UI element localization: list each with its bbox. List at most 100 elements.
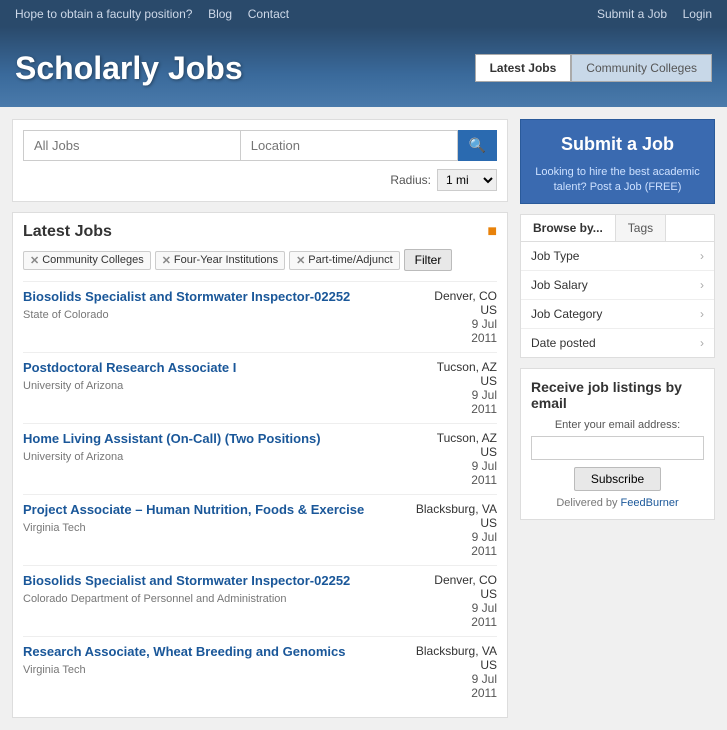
search-jobs-input[interactable]	[23, 130, 240, 161]
remove-filter-four-year[interactable]: ✕	[162, 254, 171, 267]
chevron-right-icon: ›	[700, 307, 704, 321]
table-row: Project Associate – Human Nutrition, Foo…	[23, 494, 497, 565]
search-bar: 🔍 Radius: 1 mi 5 mi 10 mi 25 mi 50 mi	[12, 119, 508, 202]
filter-four-year[interactable]: ✕ Four-Year Institutions	[155, 251, 285, 270]
job-country-0: US	[417, 303, 497, 317]
job-country-1: US	[417, 374, 497, 388]
job-org-0: State of Colorado	[23, 309, 109, 321]
browse-job-type[interactable]: Job Type ›	[521, 242, 714, 271]
search-location-input[interactable]	[240, 130, 458, 161]
chevron-right-icon: ›	[700, 336, 704, 350]
jobs-section: Latest Jobs ■ ✕ Community Colleges ✕ Fou…	[12, 212, 508, 718]
email-input[interactable]	[531, 436, 704, 460]
job-country-3: US	[416, 516, 497, 530]
tab-latest-jobs[interactable]: Latest Jobs	[475, 54, 572, 82]
job-meta-2: Tucson, AZ US 9 Jul 2011	[407, 431, 497, 487]
top-nav-right: Submit a Job Login	[585, 6, 712, 21]
browse-tabs: Browse by... Tags	[521, 215, 714, 242]
filter-community-colleges[interactable]: ✕ Community Colleges	[23, 251, 151, 270]
job-org-3: Virginia Tech	[23, 522, 86, 534]
job-info-0: Biosolids Specialist and Stormwater Insp…	[23, 289, 407, 321]
job-title-1[interactable]: Postdoctoral Research Associate I	[23, 360, 407, 375]
job-date-3: 9 Jul	[416, 530, 497, 544]
job-meta-0: Denver, CO US 9 Jul 2011	[407, 289, 497, 345]
job-country-4: US	[417, 587, 497, 601]
browse-box: Browse by... Tags Job Type › Job Salary …	[520, 214, 715, 358]
radius-row: Radius: 1 mi 5 mi 10 mi 25 mi 50 mi	[23, 169, 497, 191]
job-date-2: 9 Jul	[417, 459, 497, 473]
job-country-5: US	[416, 658, 497, 672]
feedburner-text: Delivered by FeedBurner	[531, 497, 704, 509]
blog-link[interactable]: Blog	[208, 7, 232, 21]
job-meta-5: Blacksburg, VA US 9 Jul 2011	[406, 644, 497, 700]
browse-job-category[interactable]: Job Category ›	[521, 300, 714, 329]
job-title-2[interactable]: Home Living Assistant (On-Call) (Two Pos…	[23, 431, 407, 446]
main-container: 🔍 Radius: 1 mi 5 mi 10 mi 25 mi 50 mi La…	[0, 107, 727, 730]
submit-job-button[interactable]: Submit a Job	[531, 134, 704, 155]
job-location-3: Blacksburg, VA	[416, 502, 497, 516]
job-location-2: Tucson, AZ	[417, 431, 497, 445]
job-org-2: University of Arizona	[23, 451, 123, 463]
submit-job-box: Submit a Job Looking to hire the best ac…	[520, 119, 715, 204]
header-tabs: Latest Jobs Community Colleges	[475, 54, 712, 82]
filter-part-time[interactable]: ✕ Part-time/Adjunct	[289, 251, 400, 270]
job-location-5: Blacksburg, VA	[416, 644, 497, 658]
job-meta-1: Tucson, AZ US 9 Jul 2011	[407, 360, 497, 416]
job-year-3: 2011	[416, 544, 497, 558]
table-row: Biosolids Specialist and Stormwater Insp…	[23, 565, 497, 636]
job-info-3: Project Associate – Human Nutrition, Foo…	[23, 502, 406, 534]
job-title-3[interactable]: Project Associate – Human Nutrition, Foo…	[23, 502, 406, 517]
job-info-2: Home Living Assistant (On-Call) (Two Pos…	[23, 431, 407, 463]
email-box: Receive job listings by email Enter your…	[520, 368, 715, 520]
job-org-4: Colorado Department of Personnel and Adm…	[23, 593, 287, 605]
job-year-4: 2011	[417, 615, 497, 629]
job-year-2: 2011	[417, 473, 497, 487]
job-title-4[interactable]: Biosolids Specialist and Stormwater Insp…	[23, 573, 407, 588]
subscribe-button[interactable]: Subscribe	[574, 467, 661, 491]
job-info-4: Biosolids Specialist and Stormwater Insp…	[23, 573, 407, 605]
filter-button[interactable]: Filter	[404, 249, 453, 271]
table-row: Home Living Assistant (On-Call) (Two Pos…	[23, 423, 497, 494]
email-box-title: Receive job listings by email	[531, 379, 704, 411]
job-location-0: Denver, CO	[417, 289, 497, 303]
job-date-0: 9 Jul	[417, 317, 497, 331]
submit-job-description: Looking to hire the best academic talent…	[535, 166, 700, 193]
browse-job-salary[interactable]: Job Salary ›	[521, 271, 714, 300]
job-title-0[interactable]: Biosolids Specialist and Stormwater Insp…	[23, 289, 407, 304]
table-row: Postdoctoral Research Associate I Univer…	[23, 352, 497, 423]
filter-row: ✕ Community Colleges ✕ Four-Year Institu…	[23, 249, 497, 271]
submit-job-nav-link[interactable]: Submit a Job	[597, 7, 667, 21]
job-location-1: Tucson, AZ	[417, 360, 497, 374]
job-org-5: Virginia Tech	[23, 664, 86, 676]
chevron-right-icon: ›	[700, 278, 704, 292]
left-column: 🔍 Radius: 1 mi 5 mi 10 mi 25 mi 50 mi La…	[12, 119, 508, 718]
job-title-5[interactable]: Research Associate, Wheat Breeding and G…	[23, 644, 406, 659]
jobs-header: Latest Jobs ■	[23, 223, 497, 241]
login-link[interactable]: Login	[683, 7, 712, 21]
job-year-1: 2011	[417, 402, 497, 416]
jobs-title: Latest Jobs	[23, 223, 112, 241]
remove-filter-community[interactable]: ✕	[30, 254, 39, 267]
right-column: Submit a Job Looking to hire the best ac…	[520, 119, 715, 718]
job-date-1: 9 Jul	[417, 388, 497, 402]
search-button[interactable]: 🔍	[458, 130, 497, 161]
browse-date-posted[interactable]: Date posted ›	[521, 329, 714, 357]
table-row: Biosolids Specialist and Stormwater Insp…	[23, 281, 497, 352]
remove-filter-part-time[interactable]: ✕	[296, 254, 305, 267]
job-country-2: US	[417, 445, 497, 459]
tags-tab[interactable]: Tags	[616, 215, 666, 241]
page-header: Scholarly Jobs Latest Jobs Community Col…	[0, 27, 727, 107]
feedburner-link[interactable]: FeedBurner	[621, 497, 679, 509]
chevron-right-icon: ›	[700, 249, 704, 263]
top-nav-left: Hope to obtain a faculty position? Blog …	[15, 6, 301, 21]
rss-icon[interactable]: ■	[487, 223, 497, 241]
faculty-link[interactable]: Hope to obtain a faculty position?	[15, 7, 192, 21]
browse-by-tab[interactable]: Browse by...	[521, 215, 616, 241]
contact-link[interactable]: Contact	[248, 7, 289, 21]
table-row: Research Associate, Wheat Breeding and G…	[23, 636, 497, 707]
job-meta-3: Blacksburg, VA US 9 Jul 2011	[406, 502, 497, 558]
radius-select[interactable]: 1 mi 5 mi 10 mi 25 mi 50 mi	[437, 169, 497, 191]
tab-community-colleges[interactable]: Community Colleges	[571, 54, 712, 82]
job-year-5: 2011	[416, 686, 497, 700]
job-location-4: Denver, CO	[417, 573, 497, 587]
